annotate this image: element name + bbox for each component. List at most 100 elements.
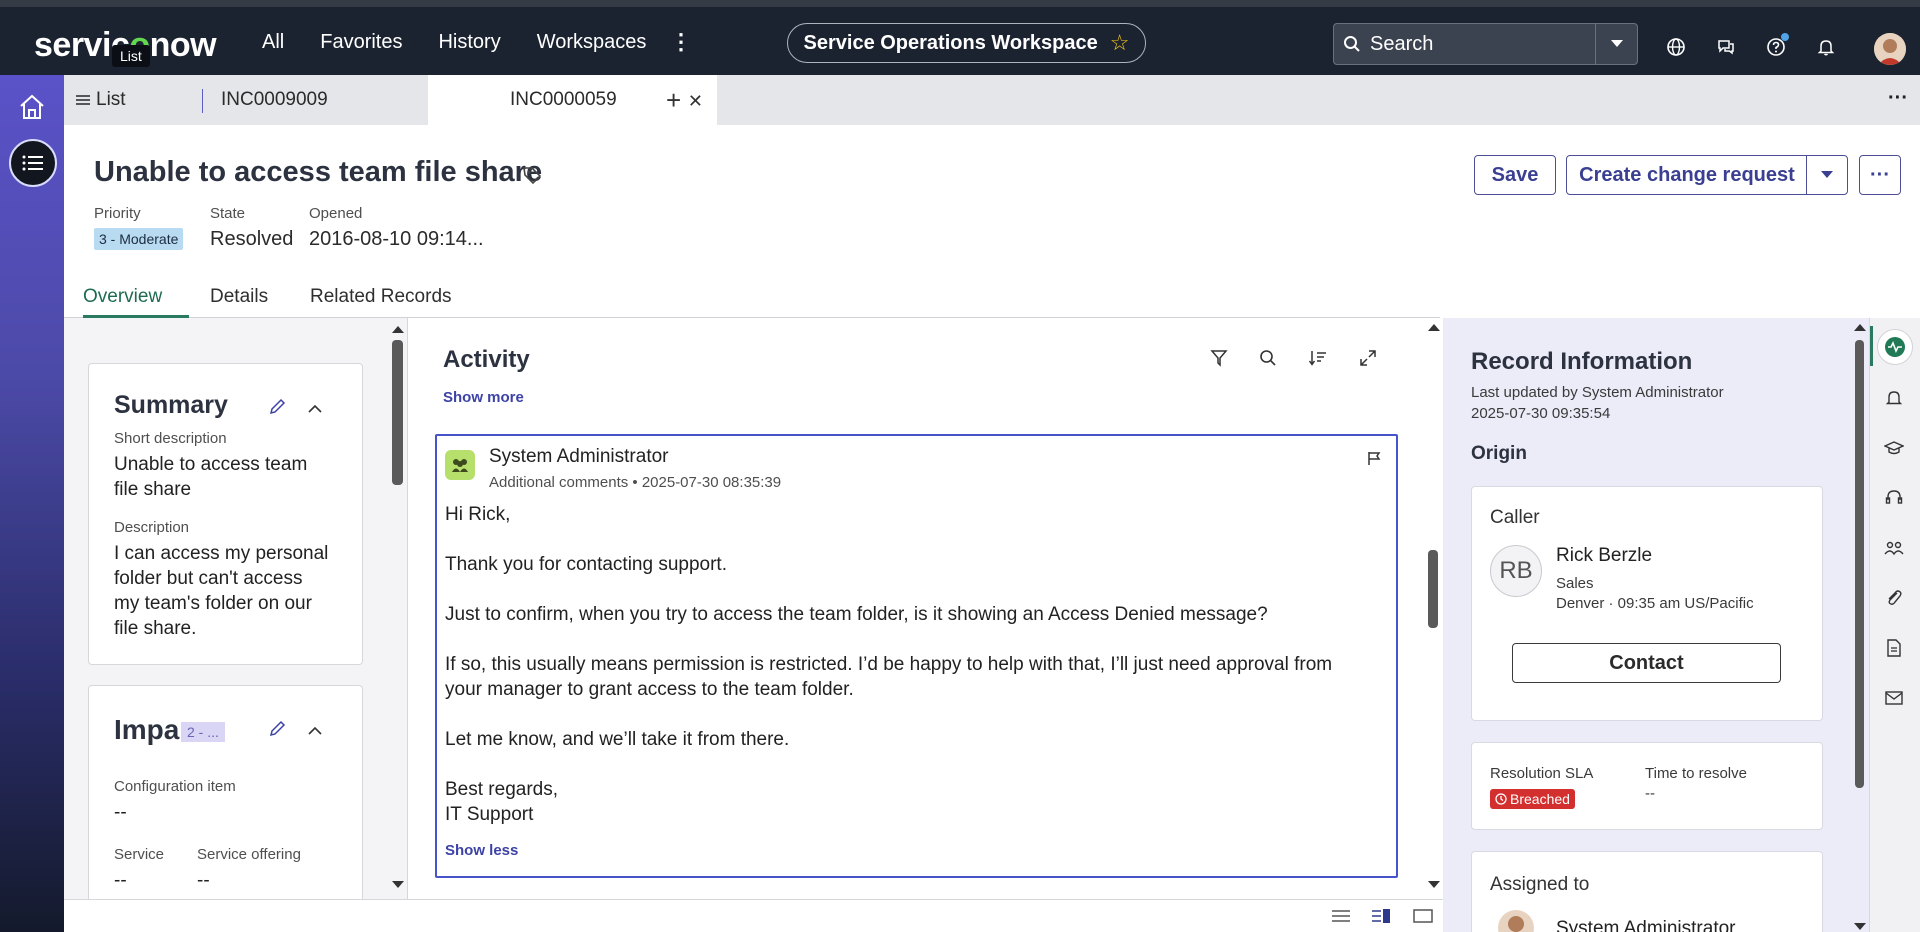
scroll-down-arrow[interactable] [1428,881,1440,888]
entry-author: System Administrator [489,446,669,467]
bell-icon[interactable] [1816,37,1838,59]
list-view-icon[interactable] [9,139,57,187]
search-input[interactable]: Search [1370,33,1595,56]
impact-badge: 2 - ... [181,722,225,742]
nav-favorites[interactable]: Favorites [320,31,402,54]
close-icon[interactable]: ✕ [688,91,703,112]
left-app-rail [0,75,64,932]
email-icon[interactable] [1884,688,1906,710]
star-icon[interactable]: ☆ [1110,30,1130,56]
split-layout-icon[interactable] [1371,908,1391,929]
single-column-layout-icon[interactable] [1331,909,1351,928]
create-change-request-button[interactable]: Create change request [1566,155,1808,195]
save-button[interactable]: Save [1474,155,1556,195]
assignee-avatar [1498,910,1534,932]
description-line: my team's folder on our [114,593,312,614]
globe-icon[interactable] [1666,37,1688,59]
nav-all[interactable]: All [262,31,284,54]
left-column-scrollbar[interactable] [392,340,403,485]
tab-overview[interactable]: Overview [83,286,162,308]
filter-icon[interactable] [1209,348,1229,373]
state-label: State [210,205,246,222]
workspace-name: Service Operations Workspace [803,31,1098,54]
resolution-sla-label: Resolution SLA [1490,765,1594,782]
state-value: Resolved [210,228,294,250]
tab-related-records[interactable]: Related Records [310,286,452,308]
logo-tooltip: List [112,45,150,67]
breached-text: Breached [1510,791,1570,807]
graduation-cap-icon[interactable] [1883,438,1906,460]
summary-card: Summary Short description Unable to acce… [88,363,363,665]
attachment-icon[interactable] [1884,588,1906,610]
caller-location: Denver · 09:35 am US/Pacific [1556,595,1754,612]
tab-label: INC0009009 [221,89,328,110]
bell-icon[interactable] [1884,388,1906,410]
expand-icon[interactable] [1358,348,1378,373]
page-title: Unable to access team file share [94,156,543,188]
opened-label: Opened [309,205,363,222]
scroll-up-arrow[interactable] [1854,324,1866,331]
tab-list[interactable]: List [64,75,204,125]
service-offering-label: Service offering [197,846,301,863]
description-line: folder but can't access [114,568,303,589]
search-icon[interactable] [1258,348,1278,373]
entry-text: Thank you for contacting support. [445,554,727,575]
opened-value: 2016-08-10 09:14... [309,228,484,250]
tab-divider [202,89,203,113]
contact-button[interactable]: Contact [1512,643,1781,683]
tab-details[interactable]: Details [210,286,268,308]
headset-icon[interactable] [1884,488,1906,510]
record-info-scrollbar[interactable] [1855,340,1864,788]
scroll-down-arrow[interactable] [1854,923,1866,930]
layout-toggle-bar [64,899,1443,932]
entry-text: Best regards, [445,779,558,800]
sort-icon[interactable] [1308,348,1328,373]
global-search[interactable]: Search [1333,23,1638,65]
summary-title: Summary [114,391,228,419]
user-avatar[interactable] [1874,33,1906,65]
add-tab-icon[interactable]: + [666,85,681,116]
nav-workspaces[interactable]: Workspaces [537,31,647,54]
more-tabs-icon[interactable]: ··· [1888,87,1908,110]
document-icon[interactable] [1884,638,1906,660]
more-actions-button[interactable]: ··· [1859,155,1901,195]
activity-scrollbar[interactable] [1428,550,1438,628]
caller-name[interactable]: Rick Berzle [1556,545,1652,567]
scroll-down-arrow[interactable] [392,881,404,888]
main-nav-links: All Favorites History Workspaces [262,31,682,54]
assignee-name[interactable]: System Administrator [1556,918,1736,932]
activity-pulse-icon[interactable] [1884,336,1906,358]
more-menu-icon[interactable]: ⋮ [670,29,692,55]
flag-icon[interactable] [1366,450,1382,471]
sla-card: Resolution SLA Breached Time to resolve … [1471,742,1823,830]
chevron-down-icon[interactable] [1806,155,1848,195]
entry-meta: Additional comments • 2025-07-30 08:35:3… [489,474,782,491]
overview-left-column: Summary Short description Unable to acce… [64,318,408,899]
scroll-up-arrow[interactable] [1428,324,1440,331]
edit-icon[interactable] [267,397,287,422]
workspace-switcher[interactable]: Service Operations Workspace ☆ [787,23,1146,63]
priority-label: Priority [94,205,141,222]
show-less-link[interactable]: Show less [445,842,518,859]
collapse-icon[interactable] [307,723,323,741]
tag-icon[interactable] [522,165,542,190]
breached-badge: Breached [1490,789,1575,809]
record-information-panel: Record Information Last updated by Syste… [1443,318,1869,932]
entry-text: IT Support [445,804,534,825]
last-updated-by: Last updated by System Administrator [1471,384,1724,401]
notification-dot [1781,33,1789,41]
chat-icon[interactable] [1716,37,1738,59]
group-icon[interactable] [1884,538,1906,560]
help-icon[interactable] [1766,33,1789,59]
scroll-up-arrow[interactable] [392,326,404,333]
nav-history[interactable]: History [438,31,500,54]
show-more-link[interactable]: Show more [443,389,524,406]
full-view-layout-icon[interactable] [1413,909,1433,928]
top-navigation-bar: serviconow List All Favorites History Wo… [0,0,1920,75]
search-scope-dropdown[interactable] [1595,24,1637,64]
tab-label: INC0000059 [510,89,617,110]
description-label: Description [114,519,190,536]
edit-icon[interactable] [267,719,287,744]
collapse-icon[interactable] [307,401,323,419]
home-icon[interactable] [18,93,46,126]
